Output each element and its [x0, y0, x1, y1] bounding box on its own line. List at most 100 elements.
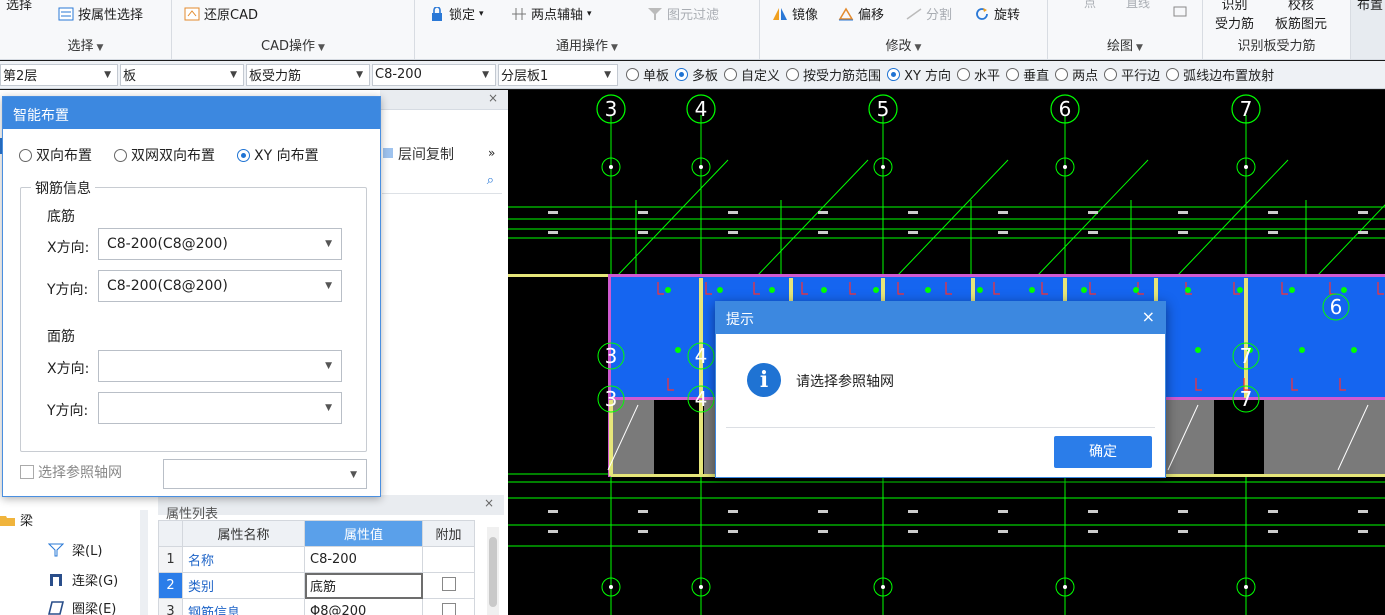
more-button[interactable]: »: [488, 146, 495, 160]
property-value[interactable]: 底筋: [304, 572, 423, 599]
radio-icon: [1104, 68, 1118, 81]
radio-icon: [1006, 68, 1020, 81]
ok-button[interactable]: 确定: [1054, 436, 1152, 468]
rectangle-button[interactable]: [1172, 4, 1188, 18]
axis-number: 3: [605, 387, 618, 411]
top-x-select[interactable]: ▼: [98, 350, 342, 382]
placement-option[interactable]: 自定义: [724, 65, 780, 84]
property-scrollbar[interactable]: [487, 527, 499, 615]
rebar-dot: [821, 287, 827, 293]
table-row[interactable]: 3 钢筋信息 Φ8@200: [158, 598, 475, 615]
placement-option[interactable]: 垂直: [1006, 65, 1049, 84]
placement-option[interactable]: 单板: [626, 65, 669, 84]
property-value[interactable]: Φ8@200: [304, 598, 423, 615]
hatch-line: [1317, 204, 1385, 276]
restore-cad-button[interactable]: 还原CAD: [184, 4, 258, 23]
select-axis-combo[interactable]: ▼: [163, 459, 367, 489]
layout-button[interactable]: 布置: [1357, 0, 1383, 13]
close-icon[interactable]: ×: [484, 496, 494, 510]
tree-item-link-beam[interactable]: 连梁(G): [48, 570, 118, 589]
top-rebar-label: 面筋: [47, 329, 75, 345]
dim-text: [908, 231, 918, 234]
beam-line: [699, 400, 703, 476]
offset-button[interactable]: 偏移: [838, 4, 884, 23]
type-select[interactable]: 板 ▼: [120, 63, 244, 86]
rotate-button[interactable]: 旋转: [974, 4, 1020, 23]
select-axis-checkbox[interactable]: [20, 465, 34, 479]
check-rebar-top-label: 校核: [1288, 0, 1315, 13]
type-value: 板: [123, 69, 137, 84]
split-button[interactable]: 分割: [906, 4, 952, 23]
placement-option[interactable]: 水平: [957, 65, 1000, 84]
component-tree: 梁 梁(L) 连梁(G) 圈梁(E): [0, 510, 155, 615]
tree-scrollbar[interactable]: [140, 510, 148, 615]
dim-text: [638, 231, 648, 234]
radio-icon: [1055, 68, 1069, 81]
placement-option-label: 垂直: [1023, 69, 1050, 84]
line-button[interactable]: 直线: [1126, 0, 1150, 11]
check-rebar-button[interactable]: 校核 板筋图元: [1275, 0, 1327, 32]
axis-bubble-dot: [1244, 165, 1248, 169]
two-point-axis-button[interactable]: 两点辅轴 ▾: [511, 4, 592, 23]
radio-icon: [114, 148, 127, 162]
select-by-attr-button[interactable]: 按属性选择: [58, 4, 143, 23]
layer-select[interactable]: 分层板1 ▼: [498, 63, 618, 86]
select-group-caption[interactable]: 选择 ▼: [0, 35, 171, 54]
dim-text: [548, 530, 558, 533]
bottom-y-select[interactable]: C8-200(C8@200) ▼: [98, 270, 342, 302]
select-button[interactable]: 选择: [6, 0, 32, 13]
bottom-x-select[interactable]: C8-200(C8@200) ▼: [98, 228, 342, 260]
point-button[interactable]: 点: [1084, 0, 1096, 11]
dim-text: [728, 530, 738, 533]
dim-text: [818, 530, 828, 533]
close-icon[interactable]: ×: [488, 91, 498, 105]
placement-option[interactable]: 两点: [1055, 65, 1098, 84]
search-icon[interactable]: ⌕: [487, 173, 494, 188]
placement-option[interactable]: 按受力筋范围: [786, 65, 881, 84]
draw-group-caption[interactable]: 绘图 ▼: [1048, 35, 1202, 54]
tree-item-ring-beam[interactable]: 圈梁(E): [48, 598, 116, 615]
cad-group-caption[interactable]: CAD操作 ▼: [172, 35, 414, 54]
spec-select[interactable]: C8-200 ▼: [372, 63, 496, 86]
placement-option[interactable]: XY 方向: [887, 65, 951, 84]
recognize-rebar-button[interactable]: 识别 受力筋: [1215, 0, 1254, 32]
element-filter-button[interactable]: 图元过滤: [647, 4, 719, 23]
placement-option[interactable]: 弧线边布置放射: [1166, 65, 1274, 84]
offset-label: 偏移: [858, 8, 885, 23]
chevron-down-icon: ▼: [482, 69, 489, 80]
dim-text: [1088, 211, 1098, 214]
layer-copy-button[interactable]: 层间复制: [382, 144, 454, 164]
extra-cell: [422, 546, 475, 573]
placement-option[interactable]: 平行边: [1104, 65, 1160, 84]
modify-group-caption[interactable]: 修改 ▼: [760, 35, 1047, 54]
property-value[interactable]: C8-200: [304, 546, 423, 573]
floor-select[interactable]: 第2层 ▼: [0, 63, 118, 86]
close-icon[interactable]: ×: [1142, 307, 1155, 326]
beam-line: [699, 278, 703, 398]
option-double-mesh[interactable]: 双网双向布置: [114, 145, 215, 165]
tree-item-beam[interactable]: 梁(L): [48, 540, 102, 559]
general-group-caption[interactable]: 通用操作 ▼: [415, 35, 759, 54]
axis-bubble-dot: [609, 585, 613, 589]
lock-icon: [432, 6, 442, 21]
element-filter-label: 图元过滤: [667, 8, 720, 23]
option-xy[interactable]: XY 向布置: [237, 145, 319, 165]
dim-text: [1178, 510, 1188, 513]
draw-caption-text: 绘图: [1107, 39, 1134, 54]
table-row[interactable]: 2 类别 底筋: [158, 572, 475, 599]
extra-checkbox[interactable]: [441, 602, 456, 615]
table-row[interactable]: 1 名称 C8-200: [158, 546, 475, 573]
top-y-select[interactable]: ▼: [98, 392, 342, 424]
option-bidirectional[interactable]: 双向布置: [19, 145, 92, 165]
tree-category-label: 梁: [20, 514, 34, 529]
dim-text: [1268, 231, 1278, 234]
tree-category-beam[interactable]: 梁: [0, 510, 33, 529]
mirror-button[interactable]: 镜像: [772, 4, 818, 23]
search-field[interactable]: ⌕: [382, 170, 502, 194]
dim-text: [728, 231, 738, 234]
dim-text: [1358, 510, 1368, 513]
lock-button[interactable]: 锁定 ▾: [429, 4, 484, 23]
placement-option[interactable]: 多板: [675, 65, 718, 84]
extra-checkbox[interactable]: [441, 576, 456, 591]
rebar-type-select[interactable]: 板受力筋 ▼: [246, 63, 370, 86]
